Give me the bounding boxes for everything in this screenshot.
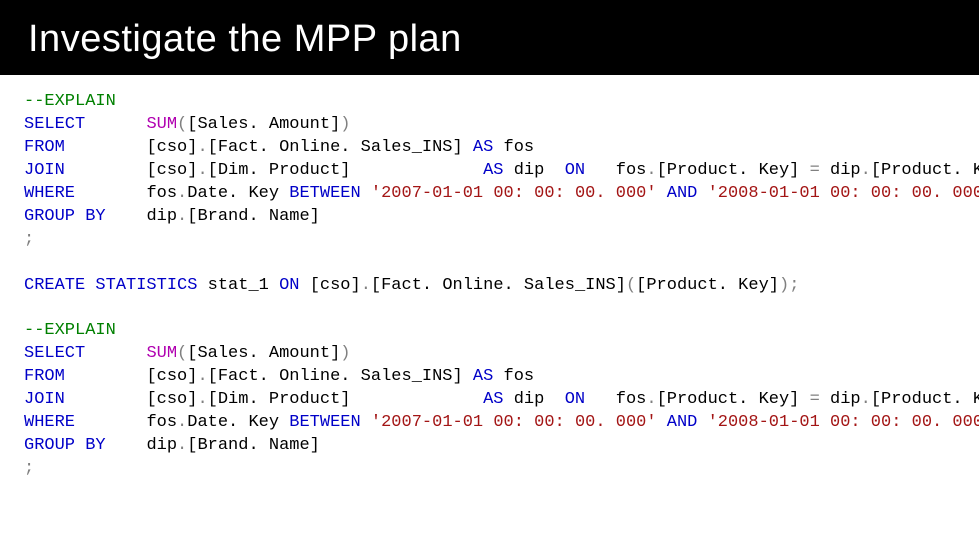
kw-where-2: WHERE (24, 413, 75, 432)
dip-1: dip (830, 161, 861, 180)
fn-sum-1: SUM (146, 115, 177, 134)
dot-1c: . (646, 161, 656, 180)
kw-as-1b: AS (483, 161, 503, 180)
dot-s: . (361, 276, 371, 295)
kw-as-1a: AS (473, 138, 493, 157)
eq-2: = (810, 390, 820, 409)
pk-1a: [Product. Key] (657, 161, 800, 180)
eq-1: = (810, 161, 820, 180)
tbl-dim-2: [Dim. Product] (208, 390, 351, 409)
kw-join-2: JOIN (24, 390, 65, 409)
schema-cso-1b: [cso] (146, 161, 197, 180)
stat-name: stat_1 (208, 276, 269, 295)
alias-fos-1: fos (504, 138, 535, 157)
kw-between-2: BETWEEN (289, 413, 360, 432)
semi-1: ; (24, 230, 34, 249)
kw-statistics: STATISTICS (95, 276, 197, 295)
title-bar: Investigate the MPP plan (0, 0, 979, 75)
kw-as-2a: AS (473, 367, 493, 386)
fos-2: fos (616, 390, 647, 409)
schema-cso-2: [cso] (146, 367, 197, 386)
brand-1: [Brand. Name] (187, 207, 320, 226)
sql-code-block: --EXPLAIN SELECT SUM([Sales. Amount]) FR… (0, 75, 979, 497)
dot-2e: . (177, 413, 187, 432)
lit-end-1: '2008-01-01 00: 00: 00. 000' (708, 184, 979, 203)
alias-fos-2: fos (504, 367, 535, 386)
kw-groupby-2: GROUP BY (24, 436, 106, 455)
rp-2: ) (340, 344, 350, 363)
rp-s: ) (779, 276, 789, 295)
lp-1: ( (177, 115, 187, 134)
dip-2: dip (830, 390, 861, 409)
fos-1: fos (616, 161, 647, 180)
lp-s: ( (626, 276, 636, 295)
comment-explain-2: --EXPLAIN (24, 321, 116, 340)
kw-from-2: FROM (24, 367, 65, 386)
dip-2b: dip (146, 436, 177, 455)
kw-select-1: SELECT (24, 115, 85, 134)
kw-as-2b: AS (483, 390, 503, 409)
dot-2c: . (646, 390, 656, 409)
kw-between-1: BETWEEN (289, 184, 360, 203)
dot-1d: . (861, 161, 871, 180)
tbl-fact-1: [Fact. Online. Sales_INS] (208, 138, 463, 157)
datekey-2: Date. Key (187, 413, 279, 432)
dot-2b: . (197, 390, 207, 409)
tbl-fact-2: [Fact. Online. Sales_INS] (208, 367, 463, 386)
dot-2f: . (177, 436, 187, 455)
dip-1b: dip (146, 207, 177, 226)
col-salesamount-2: [Sales. Amount] (187, 344, 340, 363)
kw-where-1: WHERE (24, 184, 75, 203)
kw-groupby-1: GROUP BY (24, 207, 106, 226)
kw-and-2: AND (667, 413, 698, 432)
dot-1f: . (177, 207, 187, 226)
rp-1: ) (340, 115, 350, 134)
dot-2d: . (861, 390, 871, 409)
tbl-fact-s: [Fact. Online. Sales_INS] (371, 276, 626, 295)
schema-cso-s: [cso] (310, 276, 361, 295)
schema-cso-1: [cso] (146, 138, 197, 157)
kw-on-stats: ON (279, 276, 299, 295)
semi-s: ; (789, 276, 799, 295)
dot-2: . (197, 367, 207, 386)
pk-s: [Product. Key] (636, 276, 779, 295)
dot-1: . (197, 138, 207, 157)
kw-and-1: AND (667, 184, 698, 203)
kw-create: CREATE (24, 276, 85, 295)
fos-1b: fos (146, 184, 177, 203)
tbl-dim-1: [Dim. Product] (208, 161, 351, 180)
lit-start-2: '2007-01-01 00: 00: 00. 000' (371, 413, 657, 432)
kw-on-1: ON (565, 161, 585, 180)
slide-title: Investigate the MPP plan (28, 18, 951, 61)
comment-explain-1: --EXPLAIN (24, 92, 116, 111)
col-salesamount-1: [Sales. Amount] (187, 115, 340, 134)
kw-from-1: FROM (24, 138, 65, 157)
dot-1e: . (177, 184, 187, 203)
kw-join-1: JOIN (24, 161, 65, 180)
lit-end-2: '2008-01-01 00: 00: 00. 000' (708, 413, 979, 432)
alias-dip-1: dip (514, 161, 545, 180)
alias-dip-2: dip (514, 390, 545, 409)
dot-1b: . (197, 161, 207, 180)
pk-2b: [Product. Key] (871, 390, 979, 409)
fn-sum-2: SUM (146, 344, 177, 363)
lit-start-1: '2007-01-01 00: 00: 00. 000' (371, 184, 657, 203)
schema-cso-2b: [cso] (146, 390, 197, 409)
fos-2b: fos (146, 413, 177, 432)
kw-select-2: SELECT (24, 344, 85, 363)
pk-1b: [Product. Key] (871, 161, 979, 180)
lp-2: ( (177, 344, 187, 363)
semi-2: ; (24, 459, 34, 478)
kw-on-2: ON (565, 390, 585, 409)
brand-2: [Brand. Name] (187, 436, 320, 455)
pk-2a: [Product. Key] (657, 390, 800, 409)
datekey-1: Date. Key (187, 184, 279, 203)
